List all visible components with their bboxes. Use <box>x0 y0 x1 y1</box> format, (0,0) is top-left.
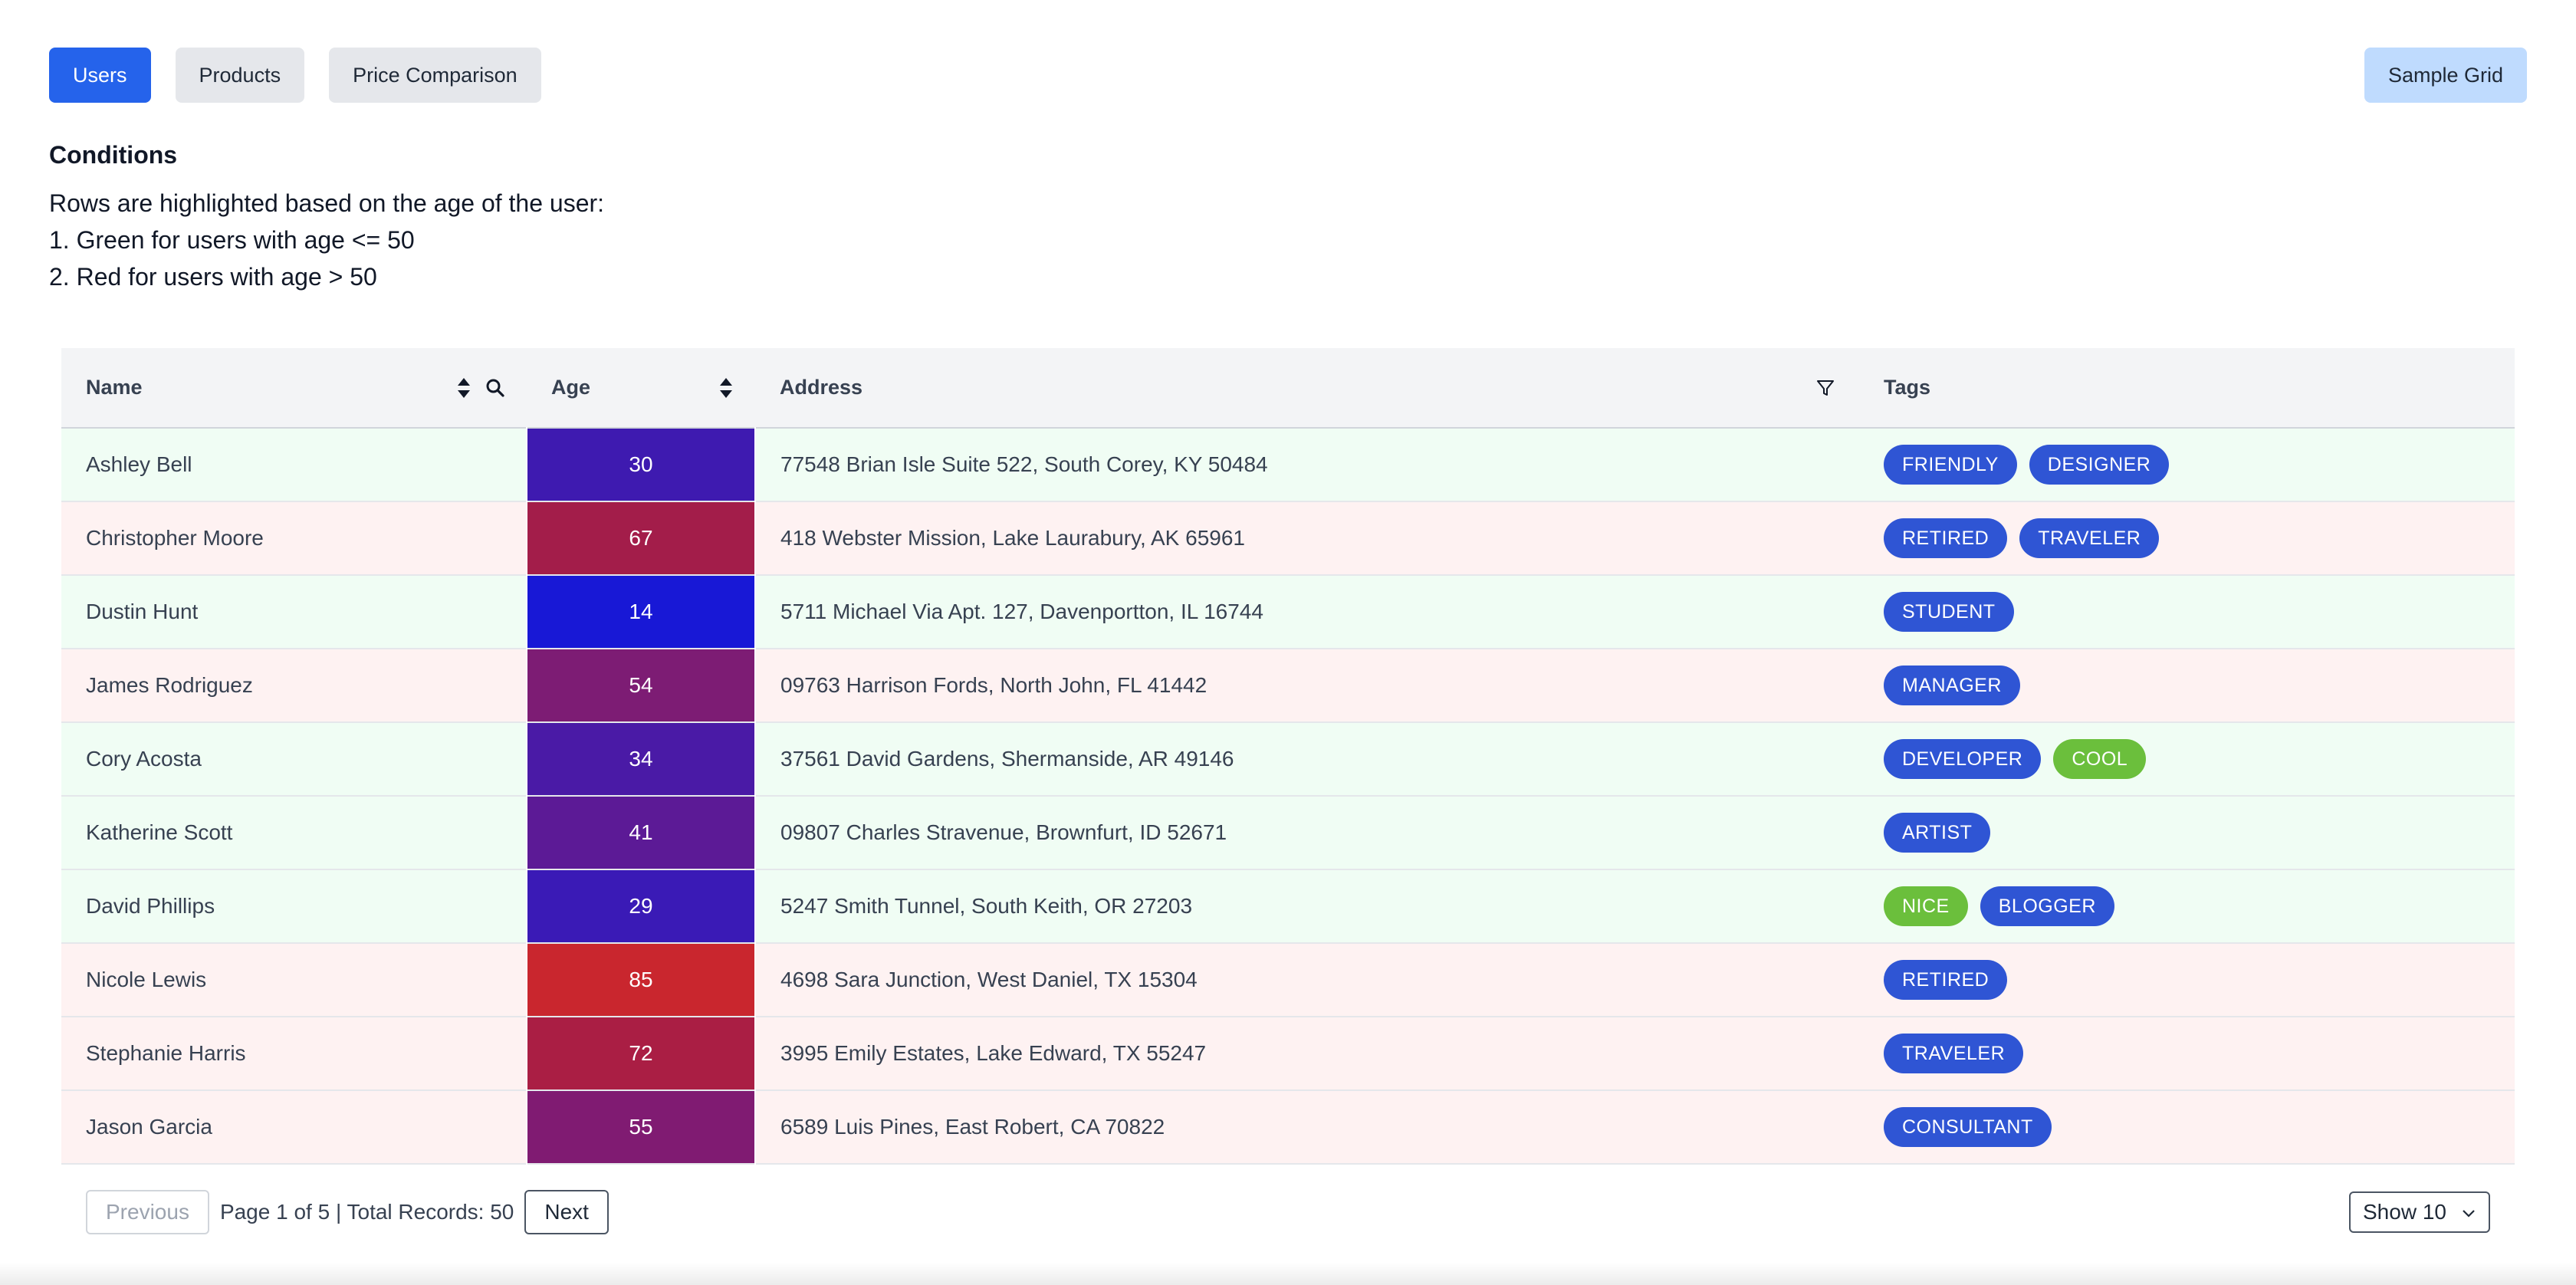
cell-address: 5247 Smith Tunnel, South Keith, OR 27203 <box>780 894 1193 918</box>
tag-badge: COOL <box>2053 739 2147 779</box>
filter-icon[interactable] <box>1816 379 1835 397</box>
tab-price-comparison[interactable]: Price Comparison <box>329 48 541 103</box>
table-row[interactable]: Christopher Moore 67 418 Webster Mission, … <box>61 501 2515 575</box>
sample-grid-button[interactable]: Sample Grid <box>2364 48 2527 103</box>
tag-badge: CONSULTANT <box>1884 1107 2052 1147</box>
cell-age: 72 <box>526 1017 756 1090</box>
cell-address: 09807 Charles Stravenue, Brownfurt, ID 5… <box>780 820 1227 844</box>
cell-address: 6589 Luis Pines, East Robert, CA 70822 <box>780 1115 1165 1139</box>
cell-tags: ARTIST <box>1859 796 2515 869</box>
table-row[interactable]: Cory Acosta 34 37561 David Gardens, Sherma… <box>61 722 2515 796</box>
cell-age: 54 <box>526 649 756 722</box>
cell-name: Cory Acosta <box>86 747 202 771</box>
table-row[interactable]: Jason Garcia 55 6589 Luis Pines, East Robe… <box>61 1090 2515 1164</box>
next-button[interactable]: Next <box>524 1190 609 1234</box>
conditions-title: Conditions <box>49 141 178 169</box>
cell-name: Christopher Moore <box>86 526 264 550</box>
users-table: Name Age Address Tags Ashley Bell 30 775… <box>61 348 2515 1165</box>
condition-red: 2. Red for users with age > 50 <box>49 263 377 291</box>
column-header-name-label: Name <box>86 376 143 399</box>
pagination: Previous Page 1 of 5 | Total Records: 50… <box>86 1190 609 1234</box>
column-header-address-label: Address <box>780 376 863 399</box>
tag-badge: NICE <box>1884 886 1968 926</box>
cell-address: 418 Webster Mission, Lake Laurabury, AK … <box>780 526 1245 550</box>
cell-age: 55 <box>526 1090 756 1164</box>
cell-age: 29 <box>526 869 756 943</box>
cell-address: 5711 Michael Via Apt. 127, Davenportton,… <box>780 600 1263 623</box>
cell-name: James Rodriguez <box>86 673 253 697</box>
column-header-age[interactable]: Age <box>527 348 755 428</box>
cell-tags: CONSULTANT <box>1859 1090 2515 1164</box>
table-row[interactable]: Nicole Lewis 85 4698 Sara Junction, West D… <box>61 943 2515 1017</box>
cell-tags: STUDENT <box>1859 575 2515 649</box>
tag-badge: MANAGER <box>1884 666 2020 705</box>
tag-badge: ARTIST <box>1884 813 1991 853</box>
condition-green: 1. Green for users with age <= 50 <box>49 226 415 254</box>
cell-age: 30 <box>526 428 756 501</box>
tag-badge: DEVELOPER <box>1884 739 2042 779</box>
cell-tags: FRIENDLY DESIGNER <box>1859 428 2515 501</box>
conditions-description: Rows are highlighted based on the age of… <box>49 189 605 217</box>
tab-users[interactable]: Users <box>49 48 151 103</box>
table-row[interactable]: Stephanie Harris 72 3995 Emily Estates, La… <box>61 1017 2515 1090</box>
search-icon[interactable] <box>485 378 505 398</box>
cell-tags: MANAGER <box>1859 649 2515 722</box>
tag-badge: BLOGGER <box>1980 886 2114 926</box>
cell-name: Nicole Lewis <box>86 968 207 991</box>
sort-icon[interactable] <box>718 376 734 399</box>
cell-tags: TRAVELER <box>1859 1017 2515 1090</box>
cell-name: Dustin Hunt <box>86 600 199 623</box>
page-size-select[interactable]: Show 10 <box>2349 1191 2490 1233</box>
previous-button[interactable]: Previous <box>86 1190 209 1234</box>
cell-name: Stephanie Harris <box>86 1041 246 1065</box>
table-row[interactable]: Katherine Scott 41 09807 Charles Stravenue… <box>61 796 2515 869</box>
cell-age: 41 <box>526 796 756 869</box>
table-row[interactable]: David Phillips 29 5247 Smith Tunnel, South… <box>61 869 2515 943</box>
cell-address: 09763 Harrison Fords, North John, FL 414… <box>780 673 1208 697</box>
table-body: Ashley Bell 30 77548 Brian Isle Suite 522,… <box>61 428 2515 1164</box>
tag-badge: FRIENDLY <box>1884 445 2017 485</box>
cell-tags: DEVELOPER COOL <box>1859 722 2515 796</box>
table-row[interactable]: James Rodriguez 54 09763 Harrison Fords, N… <box>61 649 2515 722</box>
conditions-panel: Conditions Rows are highlighted based on… <box>49 141 604 295</box>
sort-icon[interactable] <box>456 376 472 399</box>
column-header-tags: Tags <box>1859 348 2515 428</box>
cell-address: 77548 Brian Isle Suite 522, South Corey,… <box>780 452 1268 476</box>
tab-products[interactable]: Products <box>175 48 305 103</box>
tag-badge: RETIRED <box>1884 960 2008 1000</box>
cell-tags: RETIRED <box>1859 943 2515 1017</box>
cell-name: Jason Garcia <box>86 1115 212 1139</box>
column-header-tags-label: Tags <box>1884 376 1931 399</box>
cell-age: 85 <box>526 943 756 1017</box>
tag-badge: TRAVELER <box>2019 518 2160 558</box>
table-row[interactable]: Dustin Hunt 14 5711 Michael Via Apt. 127, … <box>61 575 2515 649</box>
column-header-address[interactable]: Address <box>755 348 1859 428</box>
tag-badge: RETIRED <box>1884 518 2008 558</box>
bottom-shadow <box>0 1262 2576 1285</box>
column-header-age-label: Age <box>551 376 591 399</box>
chevron-down-icon <box>2461 1200 2476 1224</box>
cell-tags: RETIRED TRAVELER <box>1859 501 2515 575</box>
cell-age: 34 <box>526 722 756 796</box>
cell-address: 37561 David Gardens, Shermanside, AR 491… <box>780 747 1234 771</box>
cell-name: Katherine Scott <box>86 820 233 844</box>
tag-badge: DESIGNER <box>2029 445 2170 485</box>
cell-address: 3995 Emily Estates, Lake Edward, TX 5524… <box>780 1041 1207 1065</box>
cell-age: 14 <box>526 575 756 649</box>
cell-name: Ashley Bell <box>86 452 192 476</box>
cell-age: 67 <box>526 501 756 575</box>
tag-badge: STUDENT <box>1884 592 2014 632</box>
cell-tags: NICE BLOGGER <box>1859 869 2515 943</box>
page: Users Products Price Comparison Sample G… <box>0 0 2576 1285</box>
table-row[interactable]: Ashley Bell 30 77548 Brian Isle Suite 522,… <box>61 428 2515 501</box>
cell-name: David Phillips <box>86 894 215 918</box>
column-header-name[interactable]: Name <box>61 348 527 428</box>
page-info: Page 1 of 5 | Total Records: 50 <box>219 1200 514 1224</box>
cell-address: 4698 Sara Junction, West Daniel, TX 1530… <box>780 968 1198 991</box>
tag-badge: TRAVELER <box>1884 1034 2024 1073</box>
top-navigation: Users Products Price Comparison <box>49 48 541 103</box>
page-size-value: Show 10 <box>2363 1200 2446 1224</box>
table-header-row: Name Age Address Tags <box>61 348 2515 428</box>
